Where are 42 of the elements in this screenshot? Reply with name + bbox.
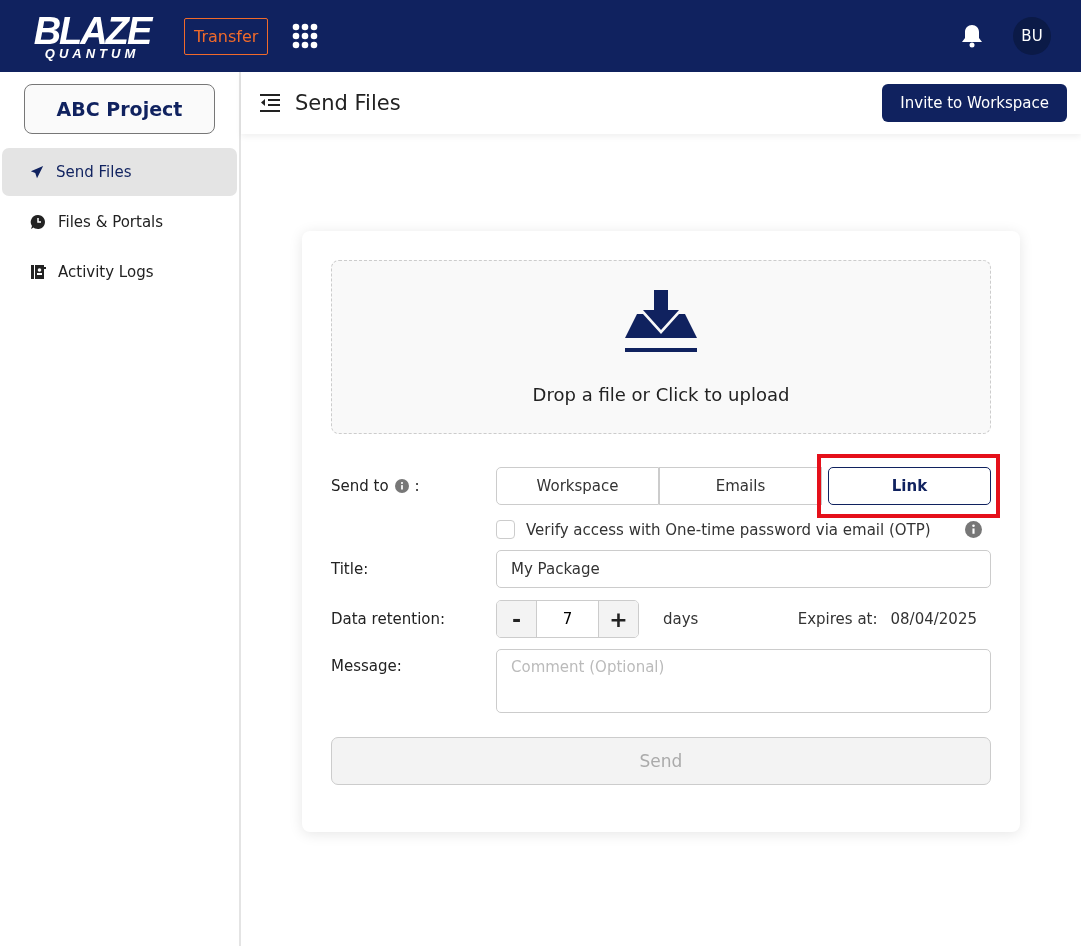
sidebar-item[interactable]: Activity Logs bbox=[2, 248, 237, 296]
app-button[interactable]: Transfer bbox=[184, 17, 269, 55]
title-field[interactable]: My Package bbox=[496, 550, 991, 588]
otp-label: Verify access with One-time password via email (OTP) bbox=[526, 520, 932, 539]
send-to-option[interactable]: Link bbox=[828, 467, 991, 505]
sidebar-item[interactable]: Files & Portals bbox=[2, 198, 237, 246]
decrement-button[interactable]: - bbox=[497, 601, 536, 637]
invite-button[interactable]: Invite to Workspace bbox=[882, 84, 1067, 122]
increment-button[interactable]: + bbox=[599, 601, 638, 637]
message-field[interactable]: Comment (Optional) bbox=[496, 649, 991, 713]
retention-field[interactable]: 7 bbox=[536, 601, 599, 637]
info-icon bbox=[394, 479, 409, 493]
title-label: Title: bbox=[331, 560, 370, 578]
download-tray-icon bbox=[625, 289, 697, 354]
sidebar-item[interactable]: Send Files bbox=[2, 148, 237, 196]
log-book-icon bbox=[30, 264, 46, 280]
paper-plane-icon bbox=[30, 165, 44, 179]
upload-dropzone[interactable]: Drop a file or Click to upload bbox=[331, 260, 991, 434]
apps-grid-icon[interactable] bbox=[292, 23, 319, 49]
sidebar-item-label: Send Files bbox=[56, 163, 132, 181]
send-to-option[interactable]: Emails bbox=[659, 467, 822, 505]
sidebar-item-label: Activity Logs bbox=[58, 263, 154, 281]
bell-icon[interactable] bbox=[961, 24, 983, 48]
days-unit: days bbox=[663, 610, 699, 628]
clock-bubble-icon bbox=[30, 214, 46, 230]
expires-date: 08/04/2025 bbox=[890, 610, 977, 628]
upload-text: Drop a file or Click to upload bbox=[532, 383, 790, 405]
retention-stepper[interactable]: - 7 + bbox=[496, 600, 639, 638]
user-avatar[interactable]: BU bbox=[1013, 17, 1051, 55]
expires-label: Expires at: bbox=[797, 610, 878, 628]
logo: BLAZE QUANTUM bbox=[32, 12, 154, 60]
info-icon bbox=[965, 521, 982, 538]
otp-checkbox[interactable] bbox=[496, 520, 515, 539]
sidebar-item-label: Files & Portals bbox=[58, 213, 164, 231]
page-title: Send Files bbox=[295, 91, 402, 115]
collapse-menu-icon[interactable] bbox=[259, 94, 281, 112]
send-to-option[interactable]: Workspace bbox=[496, 467, 659, 505]
label-colon: : bbox=[414, 477, 420, 495]
retention-label: Data retention: bbox=[331, 610, 447, 628]
send-to-label: Send to bbox=[331, 477, 389, 495]
project-button[interactable]: ABC Project bbox=[24, 84, 215, 134]
message-label: Message: bbox=[331, 656, 403, 675]
